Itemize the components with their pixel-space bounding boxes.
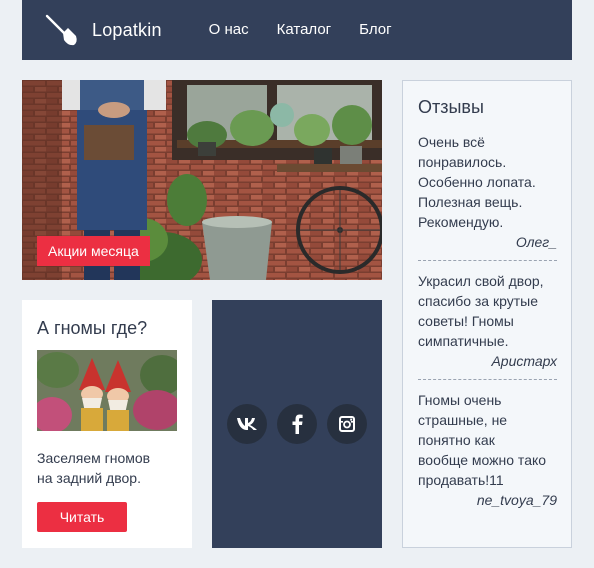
review-line: вообще можно тако bbox=[418, 452, 547, 468]
promo-badge-button[interactable]: Акции месяца bbox=[37, 236, 150, 266]
logo-text: Lopatkin bbox=[92, 19, 162, 40]
review-line: Рекомендую. bbox=[418, 214, 504, 230]
review-item: Очень всё понравилось. Особенно лопата. … bbox=[418, 132, 557, 252]
review-line: Полезная вещь. bbox=[418, 194, 523, 210]
review-author: Олег_ bbox=[515, 234, 557, 250]
review-line: страшные, не bbox=[418, 412, 508, 428]
hero-banner[interactable]: Акции месяца bbox=[22, 80, 382, 280]
review-item: Гномы очень страшные, не понятно как воо… bbox=[418, 390, 557, 510]
review-line: понятно как bbox=[418, 432, 495, 448]
vk-link[interactable] bbox=[227, 404, 267, 444]
facebook-icon bbox=[292, 414, 303, 434]
review-line: Особенно лопата. bbox=[418, 174, 536, 190]
article-title: А гномы где? bbox=[37, 318, 148, 338]
article-card: А гномы где? Заселяем гномов на задний д… bbox=[22, 300, 192, 548]
review-divider bbox=[418, 260, 557, 261]
review-divider bbox=[418, 379, 557, 380]
article-excerpt-line: на задний двор. bbox=[37, 470, 141, 486]
reviews-panel: Отзывы Очень всё понравилось. Особенно л… bbox=[402, 80, 572, 548]
facebook-link[interactable] bbox=[277, 404, 317, 444]
social-links bbox=[212, 300, 382, 548]
gnomes-image bbox=[37, 350, 177, 431]
review-line: Украсил свой двор, bbox=[418, 273, 544, 289]
review-line: советы! Гномы bbox=[418, 313, 514, 329]
review-line: симпатичные. bbox=[418, 333, 509, 349]
reviews-title: Отзывы bbox=[418, 97, 484, 117]
nav-link-catalog[interactable]: Каталог bbox=[277, 0, 332, 60]
site-header: Lopatkin О нас Каталог Блог bbox=[22, 0, 572, 60]
main-nav: О нас Каталог Блог bbox=[209, 0, 420, 60]
instagram-link[interactable] bbox=[327, 404, 367, 444]
read-button[interactable]: Читать bbox=[37, 502, 127, 532]
vk-icon bbox=[237, 418, 257, 430]
article-excerpt-line: Заселяем гномов bbox=[37, 450, 151, 466]
review-author: ne_tvoya_79 bbox=[476, 492, 557, 508]
review-line: Очень всё bbox=[418, 134, 485, 150]
nav-link-blog[interactable]: Блог bbox=[359, 0, 391, 60]
review-line: Гномы очень bbox=[418, 392, 502, 408]
article-excerpt: Заселяем гномов на задний двор. bbox=[37, 448, 177, 488]
review-author: Аристарх bbox=[491, 353, 557, 369]
review-item: Украсил свой двор, спасибо за крутые сов… bbox=[418, 271, 557, 371]
review-line: понравилось. bbox=[418, 154, 507, 170]
review-line: спасибо за крутые bbox=[418, 293, 538, 309]
logo[interactable]: Lopatkin bbox=[44, 0, 162, 60]
shovel-icon bbox=[45, 14, 77, 46]
instagram-icon bbox=[339, 416, 355, 432]
nav-link-about[interactable]: О нас bbox=[209, 0, 249, 60]
review-line: продавать!11 bbox=[418, 472, 504, 488]
